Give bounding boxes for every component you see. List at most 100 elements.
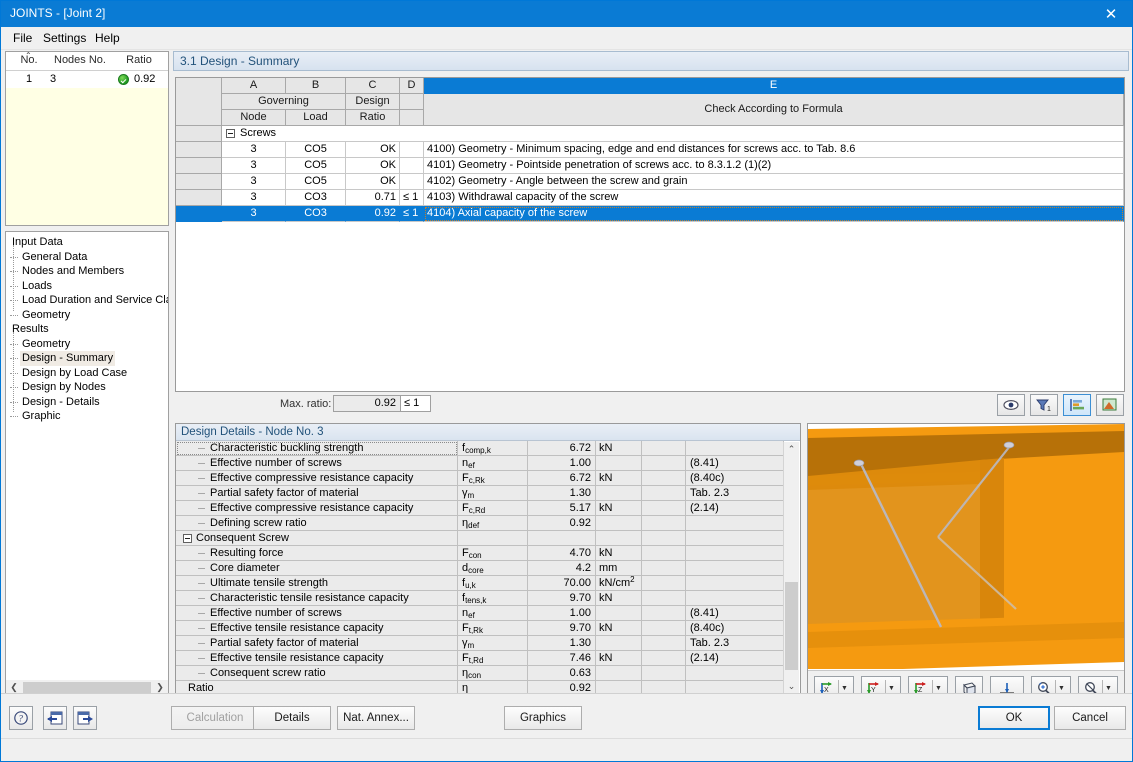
- design-summary-table[interactable]: A B C D E Governing Design Check According to F…: [175, 77, 1125, 392]
- detail-row-label[interactable]: Effective compressive resistance capacit…: [176, 501, 458, 516]
- cell-limit[interactable]: [400, 142, 424, 158]
- column-letter-header[interactable]: A: [222, 78, 286, 94]
- cell-check-description[interactable]: 4104) Axial capacity of the screw: [424, 206, 1124, 222]
- detail-value[interactable]: 1.30: [528, 636, 596, 651]
- close-icon[interactable]: ✕: [1088, 1, 1132, 27]
- detail-spacer[interactable]: [642, 531, 686, 546]
- cell-node[interactable]: 3: [222, 190, 286, 206]
- sidebar-item-geometry[interactable]: Geometry: [6, 308, 168, 323]
- sidebar-item-geometry[interactable]: Geometry: [6, 337, 168, 352]
- cell-load[interactable]: CO5: [286, 142, 346, 158]
- detail-symbol[interactable]: Ft,Rd: [458, 651, 528, 666]
- detail-unit[interactable]: [596, 636, 642, 651]
- detail-value[interactable]: 1.30: [528, 486, 596, 501]
- detail-unit[interactable]: [596, 606, 642, 621]
- detail-symbol[interactable]: fcomp,k: [458, 441, 528, 456]
- collapse-group-icon[interactable]: [226, 129, 235, 138]
- sidebar-item-design-by-load-case[interactable]: Design by Load Case: [6, 366, 168, 381]
- detail-row-label[interactable]: Partial safety factor of material: [176, 636, 458, 651]
- cell-check-description[interactable]: 4101) Geometry - Pointside penetration o…: [424, 158, 1124, 174]
- design-details-grid[interactable]: Characteristic buckling strength fcomp,k 6…: [176, 441, 800, 694]
- detail-symbol[interactable]: Fc,Rd: [458, 501, 528, 516]
- sidebar-item-design-summary[interactable]: Design - Summary: [6, 351, 168, 366]
- detail-unit[interactable]: [596, 531, 642, 546]
- detail-reference[interactable]: (2.14): [686, 501, 784, 516]
- detail-reference[interactable]: [686, 561, 784, 576]
- detail-symbol[interactable]: Ft,Rk: [458, 621, 528, 636]
- detail-unit[interactable]: kN: [596, 621, 642, 636]
- detail-reference[interactable]: (2.14): [686, 651, 784, 666]
- cell-ratio[interactable]: 0.92: [346, 206, 400, 222]
- detail-reference[interactable]: (8.40c): [686, 621, 784, 636]
- detail-value[interactable]: 4.70: [528, 546, 596, 561]
- detail-value[interactable]: 6.72: [528, 471, 596, 486]
- detail-reference[interactable]: [686, 591, 784, 606]
- detail-row-label[interactable]: Effective number of screws: [176, 456, 458, 471]
- detail-symbol[interactable]: dcore: [458, 561, 528, 576]
- export-data-icon-button[interactable]: [73, 706, 97, 730]
- detail-row-label[interactable]: Ultimate tensile strength: [176, 576, 458, 591]
- detail-unit[interactable]: [596, 516, 642, 531]
- detail-row-label[interactable]: Consequent Screw: [176, 531, 458, 546]
- filter-icon-button[interactable]: 1: [1030, 394, 1058, 416]
- detail-symbol[interactable]: ηcon: [458, 666, 528, 681]
- ratio-grid[interactable]: ⌃ No. Nodes No. Ratio 1 3 0.92: [5, 51, 169, 226]
- detail-unit[interactable]: kN: [596, 591, 642, 606]
- detail-value[interactable]: 6.72: [528, 441, 596, 456]
- navigation-tree[interactable]: Input Data General Data Nodes and Members L…: [5, 231, 169, 731]
- col-header-nodes-no[interactable]: Nodes No.: [48, 54, 112, 66]
- detail-symbol[interactable]: [458, 531, 528, 546]
- column-letter-header-e[interactable]: E: [424, 78, 1124, 94]
- detail-value[interactable]: [528, 531, 596, 546]
- sidebar-item-design-by-nodes[interactable]: Design by Nodes: [6, 380, 168, 395]
- cell-ratio[interactable]: OK: [346, 142, 400, 158]
- column-letter-header[interactable]: B: [286, 78, 346, 94]
- detail-spacer[interactable]: [642, 501, 686, 516]
- joint-3d-viewport[interactable]: X ▼ Y ▼ Z ▼ ▼ ▼: [807, 423, 1125, 708]
- tree-group-input-data[interactable]: Input Data: [6, 235, 168, 250]
- ratio-grid-row[interactable]: 1 3 0.92: [6, 71, 168, 88]
- details-vertical-scrollbar[interactable]: ⌃ ⌄: [783, 442, 799, 694]
- cell-ratio[interactable]: OK: [346, 158, 400, 174]
- joint-3d-render[interactable]: [808, 424, 1124, 669]
- detail-spacer[interactable]: [642, 486, 686, 501]
- detail-spacer[interactable]: [642, 546, 686, 561]
- view-icon-button[interactable]: [997, 394, 1025, 416]
- col-header-ratio[interactable]: Ratio: [114, 54, 164, 66]
- row-header[interactable]: [176, 174, 222, 190]
- row-header[interactable]: [176, 158, 222, 174]
- detail-reference[interactable]: [686, 531, 784, 546]
- cell-node[interactable]: 3: [222, 142, 286, 158]
- sidebar-item-general-data[interactable]: General Data: [6, 250, 168, 265]
- detail-spacer[interactable]: [642, 456, 686, 471]
- detail-spacer[interactable]: [642, 561, 686, 576]
- detail-row-label[interactable]: Characteristic tensile resistance capaci…: [176, 591, 458, 606]
- detail-value[interactable]: 70.00: [528, 576, 596, 591]
- ok-button[interactable]: OK: [978, 706, 1050, 730]
- help-icon-button[interactable]: ?: [9, 706, 33, 730]
- sidebar-item-nodes-and-members[interactable]: Nodes and Members: [6, 264, 168, 279]
- detail-reference[interactable]: Tab. 2.3: [686, 486, 784, 501]
- row-header[interactable]: [176, 126, 222, 142]
- detail-row-label[interactable]: Effective number of screws: [176, 606, 458, 621]
- cell-check-description[interactable]: 4103) Withdrawal capacity of the screw: [424, 190, 1124, 206]
- row-header[interactable]: [176, 190, 222, 206]
- detail-reference[interactable]: (8.40c): [686, 471, 784, 486]
- detail-row-label[interactable]: Effective tensile resistance capacity: [176, 651, 458, 666]
- detail-row-label[interactable]: Resulting force: [176, 546, 458, 561]
- detail-spacer[interactable]: [642, 621, 686, 636]
- detail-unit[interactable]: kN: [596, 501, 642, 516]
- detail-spacer[interactable]: [642, 666, 686, 681]
- detail-symbol[interactable]: nef: [458, 456, 528, 471]
- row-header[interactable]: [176, 206, 222, 222]
- detail-symbol[interactable]: γm: [458, 636, 528, 651]
- detail-spacer[interactable]: [642, 651, 686, 666]
- cell-load[interactable]: CO3: [286, 206, 346, 222]
- detail-value[interactable]: 0.92: [528, 516, 596, 531]
- detail-unit[interactable]: kN: [596, 441, 642, 456]
- column-letter-header[interactable]: C: [346, 78, 400, 94]
- row-header[interactable]: [176, 142, 222, 158]
- cell-load[interactable]: CO5: [286, 158, 346, 174]
- detail-symbol[interactable]: Fcon: [458, 546, 528, 561]
- details-button[interactable]: Details: [253, 706, 331, 730]
